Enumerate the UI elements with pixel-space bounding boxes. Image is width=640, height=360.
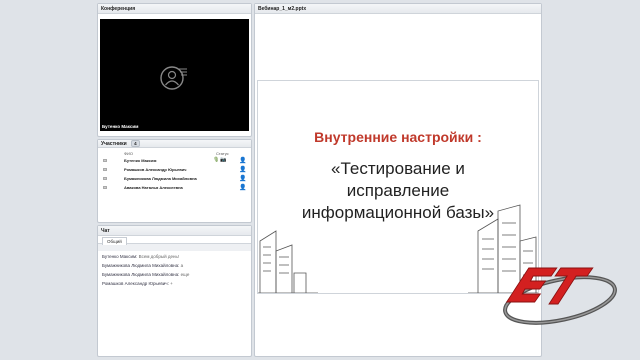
user-status-icon: 👤 bbox=[239, 167, 247, 173]
user-status-icon: 👤 bbox=[239, 185, 247, 191]
column-header-status: Статус bbox=[216, 151, 229, 156]
participants-panel: Участники 4 ФИО Статус Бутенко Максим 🎙📷… bbox=[97, 139, 252, 223]
conference-panel: Конференция Бутенко Максим bbox=[97, 3, 252, 137]
slide-text-line: «Тестирование и bbox=[331, 159, 465, 178]
message-text: еще bbox=[180, 272, 190, 277]
participants-count: 4 bbox=[131, 140, 140, 147]
participant-name: Бутенко Максим bbox=[124, 158, 157, 163]
participant-name: Бумажникова Людмила Михайловна bbox=[124, 176, 197, 181]
user-camera-icon bbox=[160, 66, 187, 90]
chat-message: Ромашков Александр Юрьевич: + bbox=[102, 281, 173, 286]
slide-title: Внутренние настройки : bbox=[314, 129, 482, 145]
participant-name: Ромашков Александр Юрьевич bbox=[124, 167, 187, 172]
video-frame[interactable]: Бутенко Максим bbox=[100, 19, 249, 131]
participant-name: Авакова Наталья Алексеевна bbox=[124, 185, 183, 190]
message-author: Бумажникова Людмила Михайловна: bbox=[102, 263, 180, 268]
column-header-name: ФИО bbox=[124, 151, 134, 156]
building-sketch-left bbox=[258, 230, 318, 293]
presentation-slide[interactable]: Внутренние настройки : «Тестирование и и… bbox=[257, 80, 539, 294]
conference-title: Конференция bbox=[98, 4, 251, 14]
chat-panel: Чат Общий Бутенко Максим: Всем добрый де… bbox=[97, 225, 252, 357]
message-author: Ромашков Александр Юрьевич: bbox=[102, 281, 169, 286]
participant-row[interactable]: Бумажникова Людмила Михайловна 👤 bbox=[101, 175, 249, 183]
chat-message: Бутенко Максим: Всем добрый день! bbox=[102, 254, 179, 259]
participants-header: Участники 4 bbox=[98, 140, 251, 148]
chat-message: Бумажникова Людмила Михайловна: а bbox=[102, 263, 183, 268]
message-text: а bbox=[180, 263, 184, 268]
chat-title: Чат bbox=[98, 226, 251, 236]
message-author: Бутенко Максим: bbox=[102, 254, 138, 259]
user-status-icon: 👤 bbox=[239, 176, 247, 182]
slide-text-line: исправление bbox=[346, 181, 450, 200]
participants-title: Участники bbox=[101, 141, 127, 147]
message-text: + bbox=[170, 281, 173, 286]
video-user-name: Бутенко Максим bbox=[102, 124, 139, 129]
participant-checkbox[interactable] bbox=[103, 177, 107, 180]
participant-row[interactable]: Ромашков Александр Юрьевич 👤 bbox=[101, 166, 249, 174]
message-author: Бумажникова Людмила Михайловна: bbox=[102, 272, 180, 277]
presentation-title: Вебинар_1_м2.pptx bbox=[255, 4, 541, 14]
message-text: Всем добрый день! bbox=[138, 254, 180, 259]
tab-general[interactable]: Общий bbox=[102, 237, 127, 245]
user-status-icon: 👤 bbox=[239, 158, 247, 164]
participant-checkbox[interactable] bbox=[103, 159, 107, 162]
participant-row[interactable]: Авакова Наталья Алексеевна 👤 bbox=[101, 184, 249, 192]
company-logo bbox=[503, 267, 617, 325]
participant-checkbox[interactable] bbox=[103, 186, 107, 189]
chat-message: Бумажникова Людмила Михайловна: еще bbox=[102, 272, 189, 277]
mic-camera-icons[interactable]: 🎙📷 bbox=[213, 157, 228, 163]
participant-row[interactable]: Бутенко Максим 🎙📷 👤 bbox=[101, 157, 249, 165]
participant-checkbox[interactable] bbox=[103, 168, 107, 171]
